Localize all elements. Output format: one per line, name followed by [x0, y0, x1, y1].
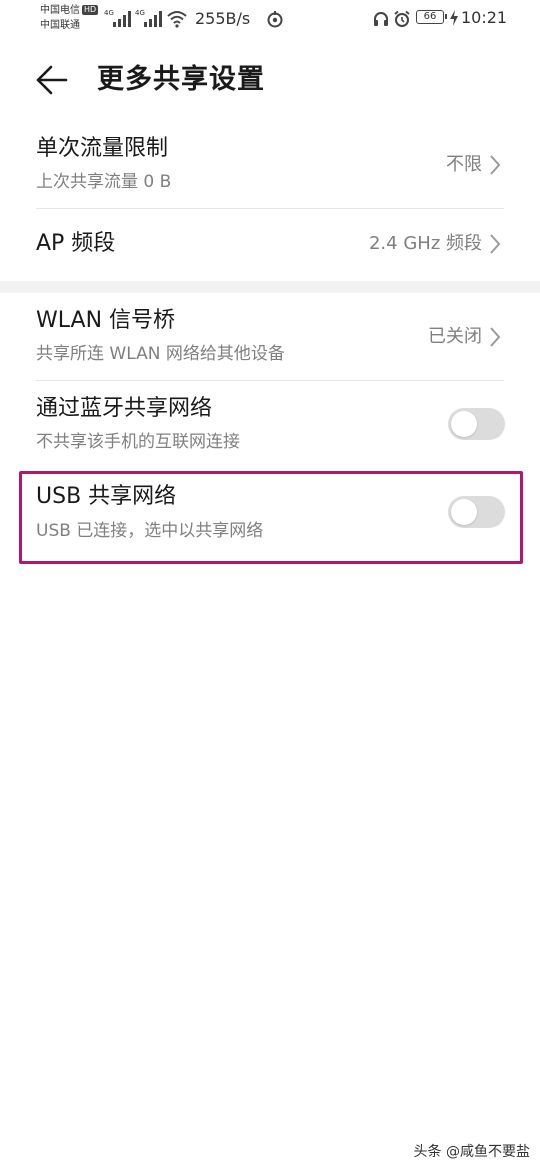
wlan-bridge-title: WLAN 信号桥 [36, 308, 176, 333]
wlan-bridge-value: 已关闭 [428, 326, 482, 347]
page-title: 更多共享设置 [97, 64, 265, 95]
section-gap [0, 281, 540, 293]
single-traffic-limit-row[interactable]: 单次流量限制 上次共享流量 0 B 不限 [0, 124, 540, 208]
clock: 10:21 [461, 8, 508, 27]
app-header: 更多共享设置 [0, 52, 540, 108]
battery-indicator: 66 [416, 10, 447, 24]
alarm-icon [393, 10, 411, 32]
bluetooth-share-row[interactable]: 通过蓝牙共享网络 不共享该手机的互联网连接 [0, 381, 540, 469]
status-bar: 中国电信 HD 中国联通 4G 4G 255B/s 66 10:21 [40, 3, 508, 33]
ap-band-row[interactable]: AP 频段 2.4 GHz 频段 [0, 209, 540, 281]
network-speed: 255B/s [195, 9, 251, 28]
back-button[interactable] [34, 62, 74, 98]
chevron-right-icon [490, 234, 501, 254]
bluetooth-share-title: 通过蓝牙共享网络 [36, 396, 213, 421]
bluetooth-share-subtitle: 不共享该手机的互联网连接 [36, 432, 240, 452]
hd-badge: HD [82, 5, 99, 15]
ap-band-value: 2.4 GHz 频段 [368, 233, 482, 254]
watermark: 头条 @咸鱼不要盐 [413, 1144, 530, 1160]
hotspot-icon [266, 10, 284, 32]
wlan-bridge-subtitle: 共享所连 WLAN 网络给其他设备 [36, 344, 285, 364]
ap-band-title: AP 频段 [36, 231, 116, 256]
chevron-right-icon [490, 155, 501, 175]
carrier-2-label: 中国联通 [40, 20, 80, 31]
highlight-box [19, 471, 523, 564]
single-traffic-limit-subtitle: 上次共享流量 0 B [36, 172, 172, 192]
wlan-bridge-row[interactable]: WLAN 信号桥 共享所连 WLAN 网络给其他设备 已关闭 [0, 293, 540, 380]
bluetooth-share-toggle[interactable] [448, 408, 505, 440]
chevron-right-icon [490, 327, 501, 347]
headset-icon [372, 10, 390, 32]
single-traffic-limit-value: 不限 [446, 154, 482, 175]
carrier-info: 中国电信 HD 中国联通 [40, 3, 99, 33]
charging-icon [450, 10, 458, 30]
back-arrow-icon [36, 65, 68, 95]
carrier-1-label: 中国电信 [40, 5, 80, 16]
single-traffic-limit-title: 单次流量限制 [36, 136, 169, 161]
toggle-knob [451, 411, 477, 437]
wifi-icon [166, 10, 188, 32]
